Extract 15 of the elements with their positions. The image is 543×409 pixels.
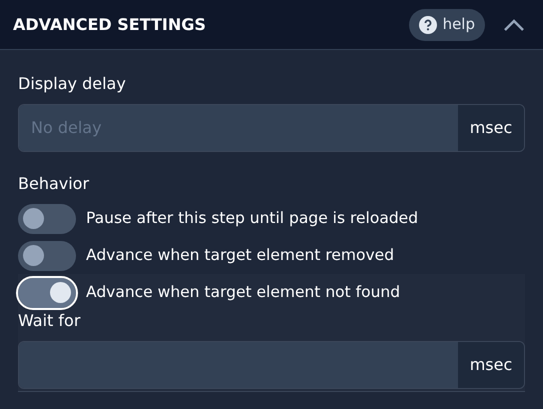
toggle-switch[interactable] xyxy=(18,204,76,234)
toggle-label: Pause after this step until page is reloaded xyxy=(86,208,418,229)
toggle-switch[interactable] xyxy=(18,240,76,270)
field-label: Wait for xyxy=(18,310,82,332)
input-field[interactable]: msec xyxy=(18,341,525,389)
section-title: ADVANCED SETTINGS xyxy=(13,14,207,36)
help-button[interactable]: help xyxy=(408,8,485,40)
chevron-up-icon[interactable] xyxy=(503,18,525,32)
toggle-label: Advance when target element not found xyxy=(86,282,400,303)
field-label: Behavior xyxy=(18,173,90,195)
field-label: Display delay xyxy=(18,73,127,95)
toggle-label: Advance when target element removed xyxy=(86,244,394,266)
unit-label: msec xyxy=(458,342,524,388)
help-icon xyxy=(418,16,437,34)
toggle-switch[interactable] xyxy=(18,278,76,308)
